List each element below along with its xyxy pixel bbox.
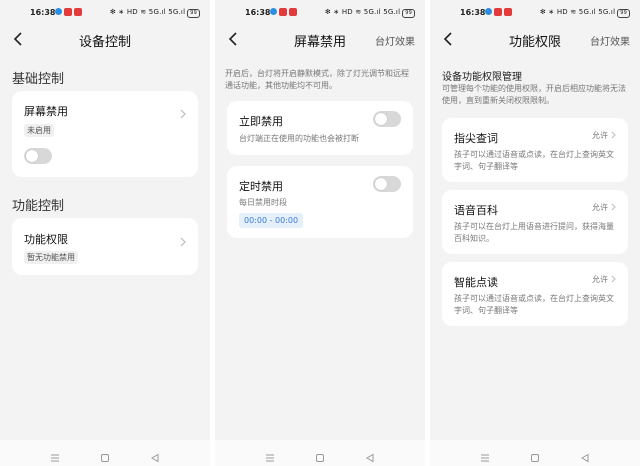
screen-disable-label: 屏幕禁用: [24, 105, 68, 118]
title-bar: 设备控制: [0, 26, 210, 54]
permission-heading: 设备功能权限管理: [442, 72, 522, 83]
app-notification-icon: [64, 7, 72, 16]
scheduled-disable-card: 定时禁用 每日禁用时段 00:00 - 00:00: [227, 166, 413, 238]
status-time: 16:38: [30, 8, 56, 17]
page-title: 设备控制: [78, 35, 131, 50]
system-nav-bar: [0, 440, 210, 466]
app-notification-icon: [279, 7, 287, 16]
triangle-back-icon[interactable]: [365, 448, 375, 466]
permission-item-desc: 孩子可以通过语音或点读，在台灯上查询英文 字词、句子翻译等: [454, 294, 614, 315]
status-time: 16:38: [245, 8, 271, 17]
chevron-right-icon: [611, 203, 616, 213]
chevron-right-icon: [611, 275, 616, 285]
menu-icon[interactable]: [50, 448, 60, 466]
telegram-icon: [55, 8, 62, 15]
toggle-knob: [26, 150, 38, 162]
device-control-screen: 16:38 ✻ ∗ HD ≋ 5G.ıl 5G.ıl 99 设备控制 基础控制 屏…: [0, 0, 210, 466]
screen-disable-toggle[interactable]: [24, 148, 52, 164]
menu-icon[interactable]: [265, 448, 275, 466]
battery-icon: 99: [617, 9, 630, 18]
chevron-right-icon: [180, 104, 186, 119]
home-icon[interactable]: [530, 448, 540, 466]
title-bar: 功能权限 台灯效果: [430, 26, 640, 54]
function-permission-screen: 16:38 ✻ ∗ HD ≋ 5G.ıl 5G.ıl 99 功能权限 台灯效果 设…: [430, 0, 640, 466]
permission-item-desc: 孩子可以在台灯上用语音进行提问，获得海量 百科知识。: [454, 222, 614, 243]
permission-item-name: 语音百科: [454, 204, 498, 217]
screen-disable-screen: 16:38 ✻ ∗ HD ≋ 5G.ıl 5G.ıl 99 屏幕禁用 台灯效果 开…: [215, 0, 425, 466]
status-system-icons: ✻ ∗ HD ≋ 5G.ıl 5G.ıl 99: [110, 8, 200, 18]
title-bar: 屏幕禁用 台灯效果: [215, 26, 425, 54]
status-bar: 16:38 ✻ ∗ HD ≋ 5G.ıl 5G.ıl 99: [215, 0, 425, 24]
status-badge: 暂无功能禁用: [24, 251, 78, 264]
scheduled-disable-desc: 每日禁用时段: [239, 198, 287, 207]
lamp-effect-link[interactable]: 台灯效果: [375, 33, 415, 48]
triangle-back-icon[interactable]: [580, 448, 590, 466]
system-nav-bar: [430, 440, 640, 466]
permission-intro: 可管理每个功能的使用权限，开启后相应功能将无法使用，直到重新关闭权限限制。: [442, 84, 626, 105]
permission-item-name: 智能点读: [454, 276, 498, 289]
permission-item-smart-reading[interactable]: 智能点读 允许 孩子可以通过语音或点读，在台灯上查询英文 字词、句子翻译等: [442, 262, 628, 326]
app-notification-icon: [494, 7, 502, 16]
battery-icon: 99: [402, 9, 415, 18]
scheduled-disable-toggle[interactable]: [373, 176, 401, 192]
instant-disable-card: 立即禁用 台灯端正在使用的功能也会被打断: [227, 101, 413, 155]
permission-status[interactable]: 允许: [592, 274, 616, 285]
permission-item-desc: 孩子可以通过语音或点读，在台灯上查询英文 字词、句子翻译等: [454, 150, 614, 171]
toggle-knob: [375, 113, 387, 125]
lamp-effect-link[interactable]: 台灯效果: [590, 33, 630, 48]
scheduled-disable-label: 定时禁用: [239, 180, 283, 193]
instant-disable-desc: 台灯端正在使用的功能也会被打断: [239, 134, 359, 143]
status-bar: 16:38 ✻ ∗ HD ≋ 5G.ıl 5G.ıl 99: [0, 0, 210, 24]
function-permission-label: 功能权限: [24, 233, 68, 246]
section-basic-control: 基础控制: [12, 72, 65, 87]
status-system-icons: ✻ ∗ HD ≋ 5G.ıl 5G.ıl 99: [540, 8, 630, 18]
permission-item-name: 指尖查词: [454, 132, 498, 145]
permission-status[interactable]: 允许: [592, 202, 616, 213]
section-function-control: 功能控制: [12, 199, 65, 214]
schedule-time-picker[interactable]: 00:00 - 00:00: [239, 213, 304, 228]
battery-icon: 99: [187, 9, 200, 18]
telegram-icon: [485, 8, 492, 15]
app-notification-icon: [289, 7, 297, 16]
status-app-icons: [55, 7, 84, 16]
function-permission-card[interactable]: 功能权限 暂无功能禁用: [12, 218, 198, 275]
app-notification-icon: [504, 7, 512, 16]
status-system-icons: ✻ ∗ HD ≋ 5G.ıl 5G.ıl 99: [325, 8, 415, 18]
instant-disable-label: 立即禁用: [239, 115, 283, 128]
toggle-knob: [375, 178, 387, 190]
permission-item-fingertip-lookup[interactable]: 指尖查词 允许 孩子可以通过语音或点读，在台灯上查询英文 字词、句子翻译等: [442, 118, 628, 182]
status-app-icons: [485, 7, 514, 16]
status-badge: 未启用: [24, 124, 54, 137]
system-nav-bar: [215, 440, 425, 466]
chevron-right-icon: [611, 131, 616, 141]
status-app-icons: [270, 7, 299, 16]
telegram-icon: [270, 8, 277, 15]
menu-icon[interactable]: [480, 448, 490, 466]
instant-disable-toggle[interactable]: [373, 111, 401, 127]
permission-item-voice-encyclopedia[interactable]: 语音百科 允许 孩子可以在台灯上用语音进行提问，获得海量 百科知识。: [442, 190, 628, 254]
app-notification-icon: [74, 7, 82, 16]
chevron-right-icon: [180, 232, 186, 247]
screen-disable-card[interactable]: 屏幕禁用 未启用: [12, 91, 198, 177]
home-icon[interactable]: [315, 448, 325, 466]
status-time: 16:38: [460, 8, 486, 17]
intro-text: 开启后，台灯将开启静默模式，除了灯光调节和远程通话功能，其他功能均不可用。: [225, 69, 409, 90]
home-icon[interactable]: [100, 448, 110, 466]
status-bar: 16:38 ✻ ∗ HD ≋ 5G.ıl 5G.ıl 99: [430, 0, 640, 24]
permission-status[interactable]: 允许: [592, 130, 616, 141]
triangle-back-icon[interactable]: [150, 448, 160, 466]
